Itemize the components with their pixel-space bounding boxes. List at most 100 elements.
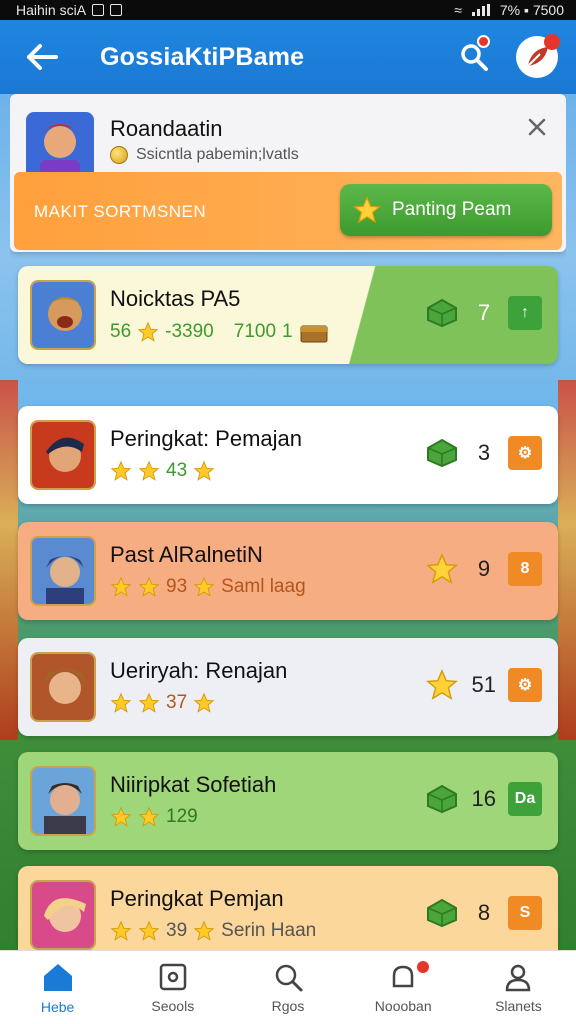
row-score: 8: [477, 900, 491, 925]
nav-label: Rgos: [271, 997, 305, 1014]
row-meta: 39 Serin Haan: [110, 920, 316, 942]
list-item[interactable]: Peringkat Pemjan 39 Serin Haan 8 S: [18, 866, 558, 950]
star-icon: [426, 553, 458, 584]
close-button[interactable]: [522, 112, 552, 142]
star-icon: [138, 576, 160, 597]
back-button[interactable]: [12, 27, 72, 87]
chest-icon: [300, 325, 328, 343]
coin-icon: [110, 146, 128, 164]
row-score: 7: [477, 300, 491, 325]
notification-icon: [110, 4, 123, 16]
star-icon: [193, 692, 215, 713]
search-icon: [275, 964, 303, 991]
row-stat: Serin Haan: [221, 920, 317, 941]
row-stat: 39: [166, 920, 188, 941]
nav-label: Hebe: [40, 998, 75, 1015]
nav-item-noooban[interactable]: Noooban: [346, 951, 461, 1024]
header-subtitle-text: Ssicntla pabemin;lvatls: [136, 146, 299, 163]
header-title: Roandaatin: [110, 116, 223, 141]
search-button[interactable]: [452, 35, 496, 79]
app-bar: GossiaKtiPBame: [0, 20, 576, 94]
star-icon: [110, 576, 132, 597]
status-right-text: 7% ▪ 7500: [499, 2, 564, 18]
gem-icon: [427, 298, 457, 328]
row-name: Ueriryah: Renajan: [110, 658, 288, 683]
nav-label: Slanets: [495, 997, 542, 1014]
row-name: Peringkat: Pemajan: [110, 426, 302, 451]
nav-item-home[interactable]: Hebe: [0, 951, 115, 1024]
star-icon: [193, 576, 215, 597]
star-icon: [110, 692, 132, 713]
search-badge: [477, 35, 490, 48]
row-meta: 56 -3390 7100 1: [110, 320, 329, 344]
row-meta: 93 Saml laag: [110, 576, 306, 598]
row-score: 16: [471, 786, 496, 811]
banner-text: MAKIT SORTMSNEN: [34, 202, 207, 221]
star-icon: [138, 920, 160, 941]
calendar-icon: [159, 963, 187, 990]
primary-action-button[interactable]: Panting Peam: [340, 184, 552, 236]
home-icon: [43, 963, 72, 991]
row-stat: -3390: [165, 321, 214, 342]
row-stat: 7100: [233, 321, 277, 342]
row-stat: 43: [166, 460, 188, 481]
header-subtitle: Ssicntla pabemin;lvatls: [110, 146, 299, 164]
app-title: GossiaKtiPBame: [100, 42, 305, 71]
status-bar: Haihin sciA ≈ 7% ▪ 7500: [0, 0, 576, 20]
nav-item-rgos[interactable]: Rgos: [230, 951, 345, 1024]
list-item[interactable]: Peringkat: Pemajan 43 3 ⚙: [18, 406, 558, 504]
star-icon: [138, 692, 160, 713]
checkbox-icon: [92, 4, 105, 16]
player-avatar: [30, 280, 96, 350]
gem-icon: [426, 784, 457, 814]
star-icon: [425, 669, 458, 700]
nav-label: Noooban: [374, 997, 432, 1014]
row-stat: 129: [166, 806, 198, 827]
profile-avatar-button[interactable]: [516, 34, 560, 78]
row-action-button[interactable]: S: [508, 896, 542, 930]
user-icon: [506, 964, 531, 991]
list-item[interactable]: Ueriryah: Renajan 37 51 ⚙: [18, 638, 558, 736]
star-icon: [110, 806, 132, 827]
row-action-button[interactable]: ⚙: [508, 668, 542, 702]
row-name: Noicktas PA5: [110, 286, 241, 311]
player-avatar: [30, 536, 96, 606]
bottom-navigation: Hebe Seools Rgos Noooban Slanets: [0, 950, 576, 1024]
row-action-button[interactable]: 8: [508, 552, 542, 586]
star-icon: [137, 321, 159, 342]
row-meta: 43: [110, 460, 215, 482]
gem-icon: [427, 898, 457, 928]
row-stat: 93: [166, 576, 188, 597]
notification-badge: [417, 961, 430, 973]
list-item[interactable]: Niiripkat Sofetiah 129 16 Da: [18, 752, 558, 850]
row-action-button[interactable]: ↑: [508, 296, 542, 330]
nav-item-slanets[interactable]: Slanets: [461, 951, 576, 1024]
row-score: 9: [477, 556, 491, 581]
arrow-left-icon: [27, 44, 58, 70]
row-meta: 37: [110, 692, 215, 714]
star-icon: [110, 460, 132, 481]
player-avatar: [30, 652, 96, 722]
bell-icon: [392, 965, 414, 987]
status-left-text: Haihin sciA: [16, 2, 87, 18]
list-item[interactable]: Noicktas PA5 56 -3390 7100 1 7 ↑: [18, 266, 558, 364]
gem-icon: [427, 438, 457, 468]
row-action-button[interactable]: Da: [508, 782, 542, 816]
row-action-button[interactable]: ⚙: [508, 436, 542, 470]
row-name: Past AlRalnetiN: [110, 542, 263, 567]
list-item[interactable]: Past AlRalnetiN 93 Saml laag 9 8: [18, 522, 558, 620]
nav-item-seools[interactable]: Seools: [115, 951, 230, 1024]
row-score: 3: [477, 440, 491, 465]
row-name: Niiripkat Sofetiah: [110, 772, 277, 797]
primary-button-label: Panting Peam: [392, 199, 512, 220]
row-meta: 129: [110, 806, 198, 828]
row-stat: 1: [282, 321, 293, 342]
header-card: Roandaatin Ssicntla pabemin;lvatls MAKIT…: [10, 94, 566, 252]
player-avatar: [30, 880, 96, 950]
row-stat: 56: [110, 321, 132, 342]
star-icon: [138, 460, 160, 481]
content-list[interactable]: Roandaatin Ssicntla pabemin;lvatls MAKIT…: [10, 94, 566, 950]
star-icon: [138, 806, 160, 827]
wifi-icon: ≈: [454, 2, 462, 18]
star-icon: [110, 920, 132, 941]
